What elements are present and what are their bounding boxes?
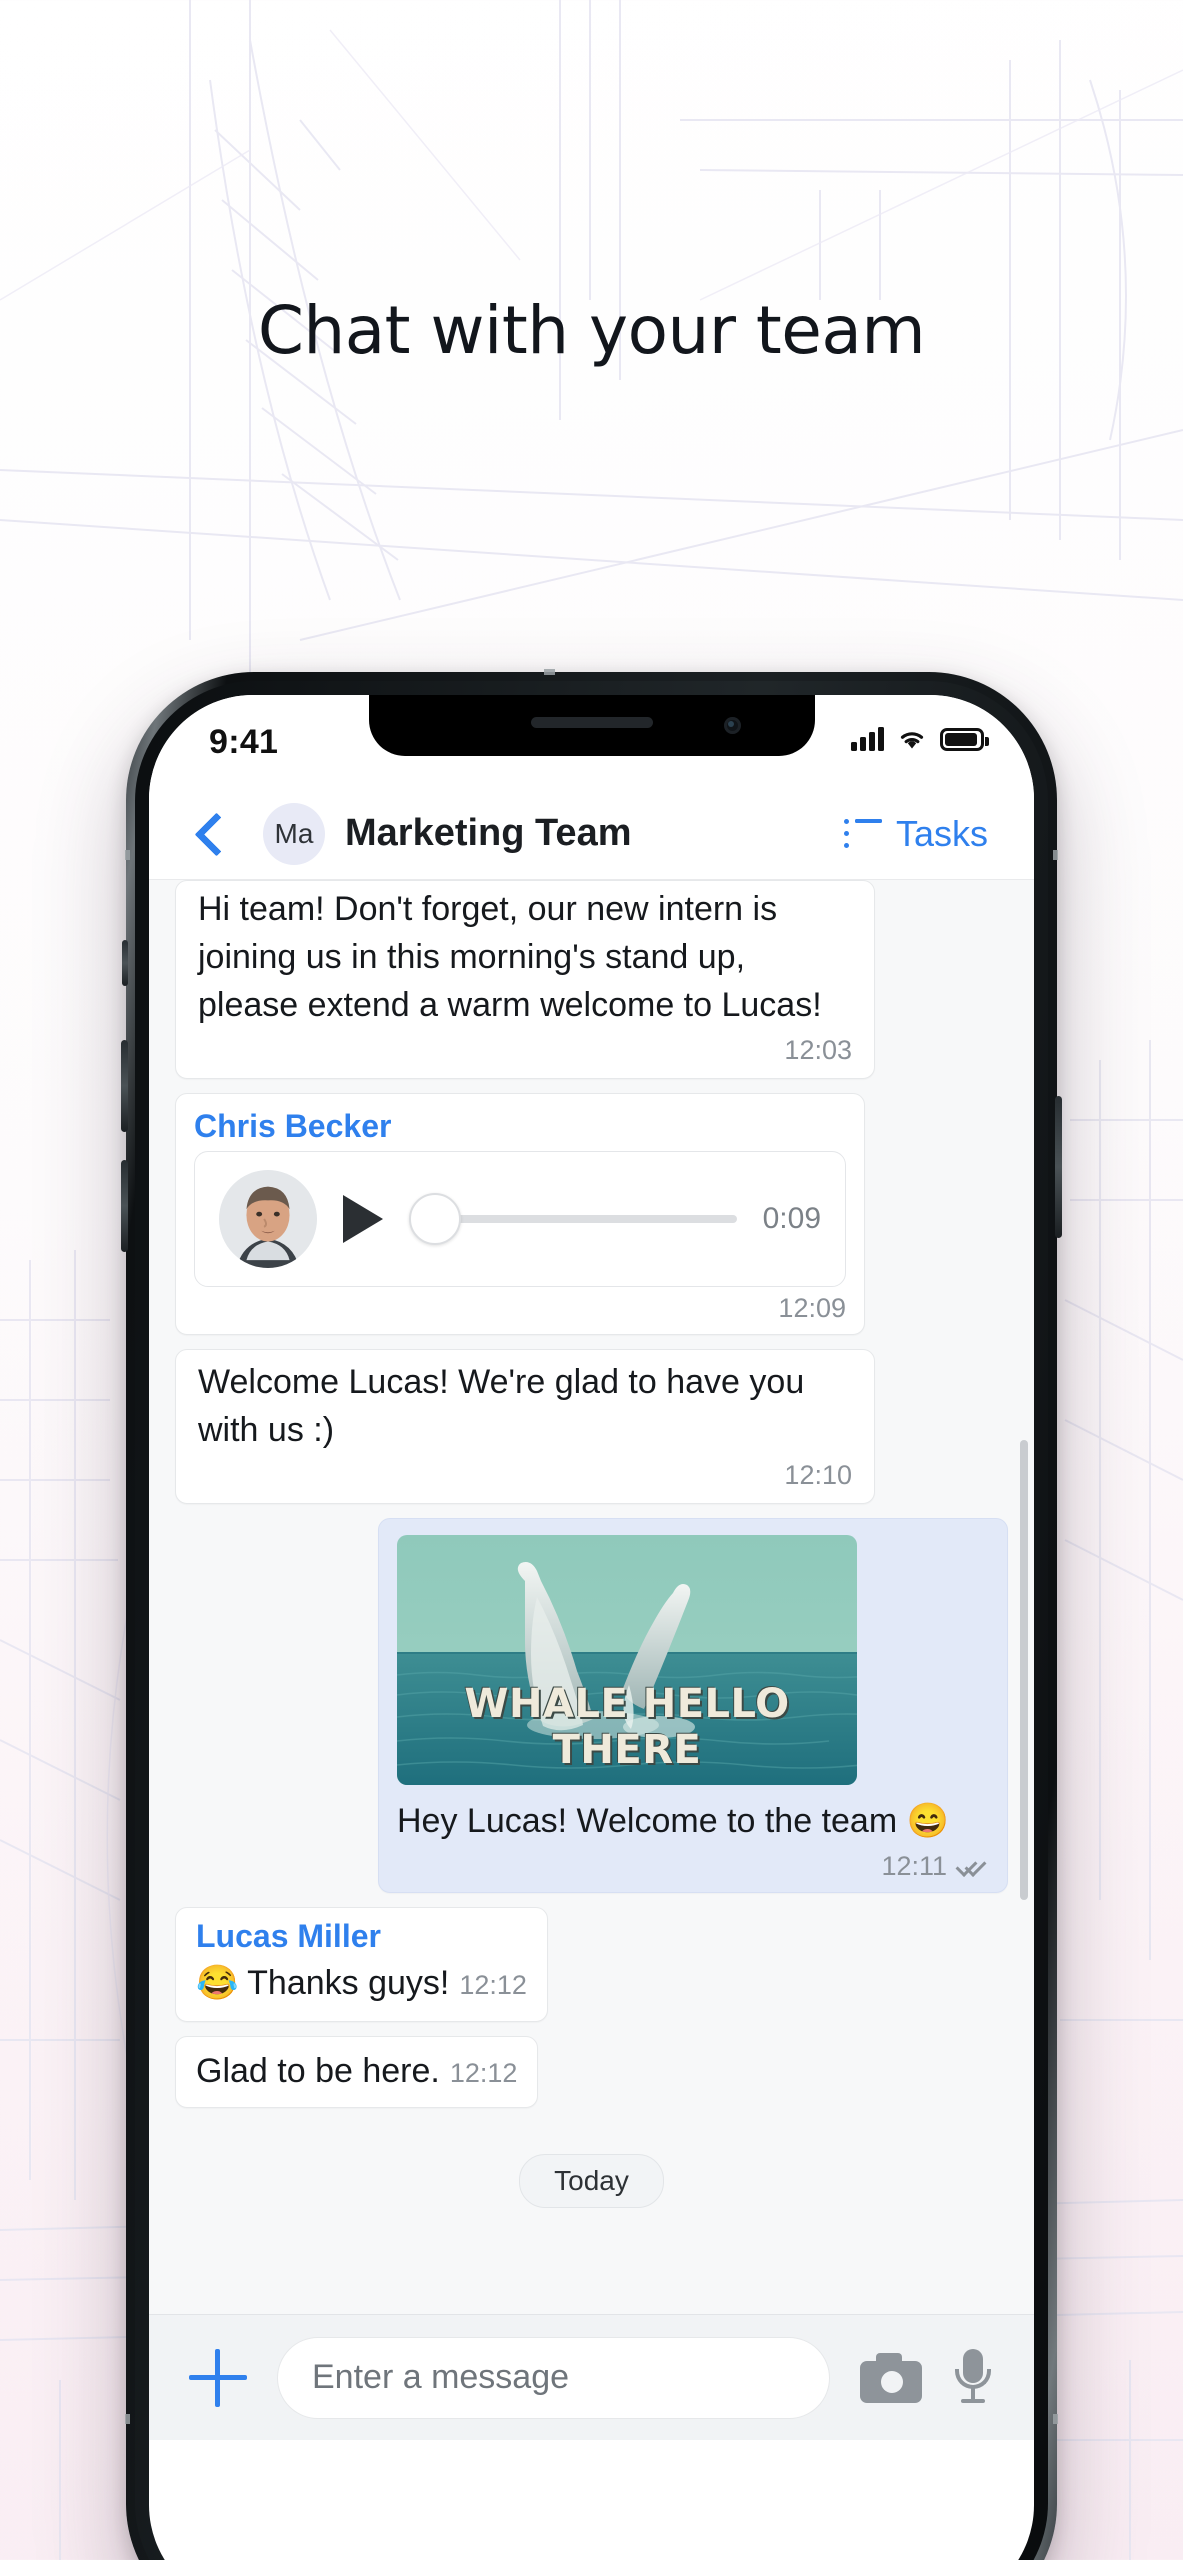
- message-meta: 12:11: [397, 1851, 989, 1882]
- microphone-icon[interactable]: [952, 2348, 994, 2407]
- message-meta: 12:10: [198, 1460, 852, 1491]
- voice-knob[interactable]: [409, 1193, 461, 1245]
- antenna-line: [544, 669, 555, 675]
- message-text: 😂 Thanks guys!: [196, 1964, 450, 2002]
- tasks-label: Tasks: [895, 812, 988, 854]
- volume-down-button[interactable]: [121, 1160, 128, 1252]
- message-sender: Lucas Miller: [196, 1918, 381, 1954]
- plus-icon[interactable]: [189, 2348, 247, 2407]
- volume-up-button[interactable]: [121, 1040, 128, 1132]
- message-row: Lucas Miller 😂 Thanks guys! 12:12: [175, 1907, 1008, 2022]
- message-time: 12:10: [784, 1460, 852, 1490]
- message-row: Chris Becker 0:09 12:09: [175, 1093, 1008, 1335]
- message-time: 12:03: [784, 1035, 852, 1065]
- message-sender: Chris Becker: [194, 1108, 392, 1144]
- message-text: Welcome Lucas! We're glad to have you wi…: [198, 1363, 805, 1449]
- double-check-icon: [957, 1858, 989, 1876]
- avatar[interactable]: Ma: [263, 802, 325, 865]
- back-button[interactable]: [195, 812, 229, 856]
- contact-photo: [219, 1170, 317, 1268]
- chat-scrollbar[interactable]: [1020, 1440, 1028, 1900]
- message-time: 12:09: [778, 1293, 846, 1323]
- voice-progress-slider[interactable]: [409, 1193, 737, 1245]
- status-bar: 9:41: [149, 695, 1034, 788]
- notch: [368, 695, 815, 756]
- message-time: 12:11: [881, 1851, 947, 1881]
- mute-switch[interactable]: [122, 940, 128, 986]
- message-text: Hi team! Don't forget, our new intern is…: [198, 890, 822, 1024]
- meme-caption: WHALE HELLO THERE: [464, 1681, 790, 1773]
- messages-container: Hi team! Don't forget, our new intern is…: [149, 880, 1034, 2208]
- antenna-line: [1053, 2414, 1058, 2424]
- phone-mockup: 9:41 Ma Marketing Team Tasks Hi team! Do…: [121, 669, 1062, 2560]
- earpiece-speaker: [530, 717, 653, 728]
- message-row: WHALE HELLO THERE Hey Lucas! Welcome to …: [175, 1518, 1008, 1893]
- message-time: 12:12: [449, 2058, 518, 2088]
- voice-duration: 0:09: [762, 1202, 821, 1235]
- tasks-button[interactable]: Tasks: [843, 812, 988, 855]
- message-composer: Enter a message: [149, 2314, 1034, 2440]
- play-icon[interactable]: [343, 1195, 383, 1243]
- list-icon: [843, 818, 882, 849]
- front-camera-icon: [723, 717, 741, 734]
- status-indicators: [851, 727, 989, 751]
- chat-header: Ma Marketing Team Tasks: [149, 788, 1034, 880]
- voice-player[interactable]: 0:09: [194, 1151, 846, 1287]
- message-row: Glad to be here. 12:12: [175, 2036, 1008, 2108]
- antenna-line: [125, 2414, 130, 2424]
- day-separator: Today: [175, 2154, 1008, 2208]
- message-bubble[interactable]: Welcome Lucas! We're glad to have you wi…: [175, 1349, 875, 1504]
- message-text: Hey Lucas! Welcome to the team 😄: [397, 1802, 949, 1840]
- day-separator-label: Today: [519, 2154, 664, 2208]
- battery-icon: [940, 727, 989, 751]
- wifi-icon: [900, 732, 924, 749]
- message-meta: 12:09: [194, 1293, 846, 1324]
- power-button[interactable]: [1055, 1096, 1062, 1238]
- message-row: Hi team! Don't forget, our new intern is…: [175, 880, 1008, 1079]
- phone-screen: 9:41 Ma Marketing Team Tasks Hi team! Do…: [149, 695, 1034, 2560]
- message-text: Glad to be here.: [196, 2052, 440, 2090]
- antenna-line: [1053, 850, 1058, 860]
- camera-icon[interactable]: [860, 2352, 922, 2403]
- chat-title: Marketing Team: [345, 812, 632, 854]
- signal-bars-icon: [851, 727, 884, 751]
- voice-message-bubble[interactable]: Chris Becker 0:09 12:09: [175, 1093, 865, 1335]
- message-input[interactable]: Enter a message: [277, 2336, 830, 2419]
- page-title: Chat with your team: [257, 292, 926, 369]
- message-bubble[interactable]: Lucas Miller 😂 Thanks guys! 12:12: [175, 1907, 548, 2022]
- antenna-line: [125, 850, 130, 860]
- image-message-bubble[interactable]: WHALE HELLO THERE Hey Lucas! Welcome to …: [378, 1518, 1008, 1893]
- message-bubble[interactable]: Hi team! Don't forget, our new intern is…: [175, 880, 875, 1079]
- message-meta: 12:03: [198, 1035, 852, 1066]
- meme-image[interactable]: WHALE HELLO THERE: [397, 1535, 857, 1785]
- voice-track: [435, 1215, 737, 1223]
- message-bubble[interactable]: Glad to be here. 12:12: [175, 2036, 539, 2108]
- message-list[interactable]: Hi team! Don't forget, our new intern is…: [149, 880, 1034, 2440]
- message-row: Welcome Lucas! We're glad to have you wi…: [175, 1349, 1008, 1504]
- message-time: 12:12: [459, 1970, 527, 2000]
- status-time: 9:41: [209, 723, 279, 761]
